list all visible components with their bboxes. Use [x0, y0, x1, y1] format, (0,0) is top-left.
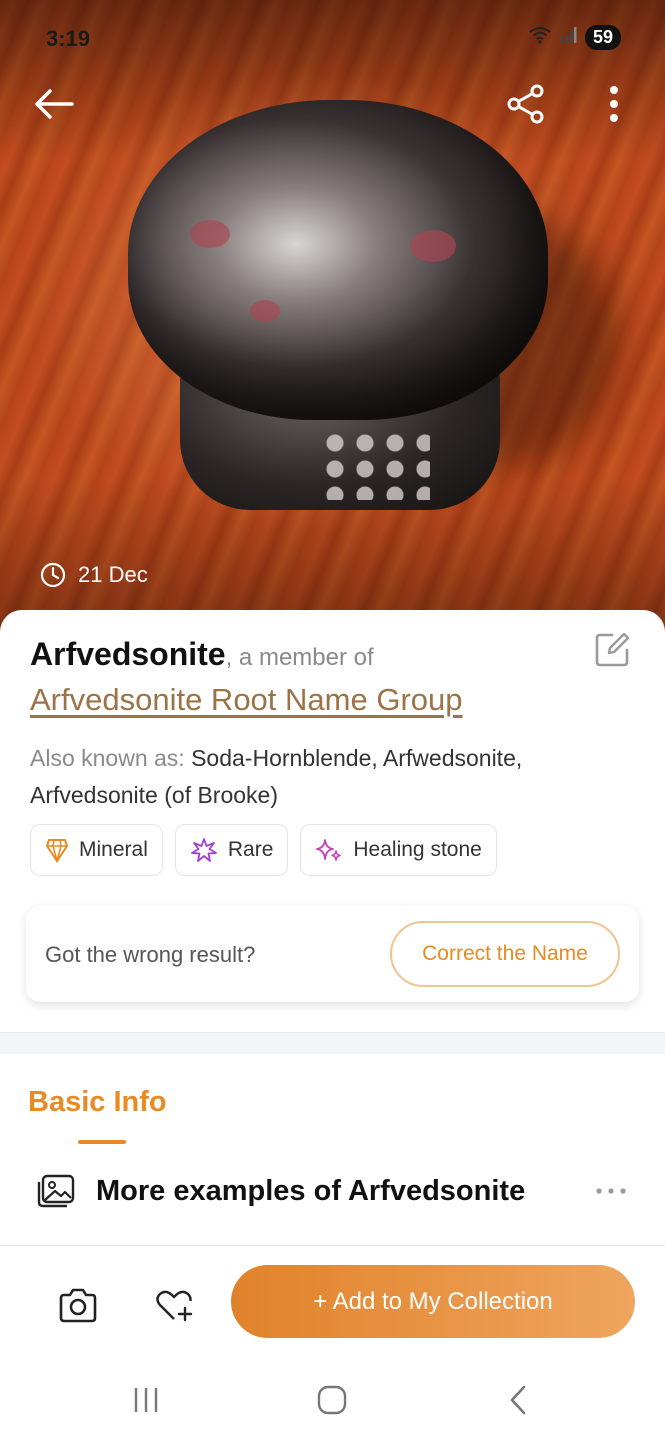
gem-icon	[46, 839, 68, 863]
photo-date: 21 Dec	[40, 562, 148, 588]
tag-healing-stone[interactable]: Healing stone	[300, 824, 497, 876]
stone-dots	[320, 430, 430, 500]
favorite-button[interactable]	[152, 1284, 196, 1328]
more-examples-title: More examples of Arfvedsonite	[96, 1174, 526, 1207]
stone-fleck	[410, 230, 456, 262]
tab-basic-info[interactable]: Basic Info	[28, 1086, 167, 1119]
mineral-name: Arfvedsonite	[30, 636, 226, 672]
tag-label: Healing stone	[353, 838, 482, 861]
also-known-as: Also known as: Soda-Hornblende, Arfwedso…	[30, 740, 630, 814]
stone-fleck	[250, 300, 280, 322]
status-icons: 59	[529, 25, 621, 50]
edit-name-button[interactable]	[592, 630, 632, 670]
system-nav-bar	[0, 1356, 665, 1440]
add-to-collection-button[interactable]: + Add to My Collection	[231, 1265, 635, 1338]
recents-icon	[134, 1388, 158, 1412]
wrong-result-text: Got the wrong result?	[45, 942, 256, 967]
tag-label: Rare	[227, 838, 274, 861]
signal-icon	[559, 27, 577, 48]
camera-button[interactable]	[56, 1284, 100, 1328]
status-time: 3:19	[46, 26, 91, 51]
correct-name-button[interactable]: Correct the Name	[390, 921, 620, 987]
sparkle-burst-icon	[190, 838, 217, 862]
wifi-icon	[529, 26, 551, 49]
kebab-menu-icon	[610, 86, 618, 122]
member-of-label: , a member of	[225, 644, 374, 671]
tag-label: Mineral	[79, 838, 148, 861]
heart-plus-icon	[156, 1290, 193, 1322]
images-icon	[37, 1174, 75, 1208]
more-horizontal-icon[interactable]	[594, 1176, 628, 1211]
tag-mineral[interactable]: Mineral	[30, 824, 163, 876]
root-group-link[interactable]: Arfvedsonite Root Name Group	[30, 682, 463, 718]
home-button[interactable]	[310, 1378, 354, 1422]
wrong-result-box: Got the wrong result? Correct the Name	[26, 906, 639, 1002]
share-icon	[507, 84, 544, 124]
chevron-left-icon	[510, 1385, 526, 1415]
section-divider	[0, 1032, 665, 1054]
battery-indicator: 59	[584, 25, 621, 50]
photo-date-text: 21 Dec	[78, 562, 148, 587]
stone-fleck	[190, 220, 230, 248]
recent-apps-button[interactable]	[124, 1378, 168, 1422]
edit-icon	[595, 632, 630, 667]
arrow-left-icon	[35, 89, 74, 119]
system-back-button[interactable]	[496, 1378, 540, 1422]
hero-photo[interactable]	[0, 0, 665, 640]
clock-icon	[40, 562, 66, 588]
camera-icon	[59, 1288, 97, 1323]
status-bar: 3:19 59	[0, 0, 665, 70]
share-button[interactable]	[502, 80, 550, 128]
aka-label: Also known as:	[30, 745, 185, 771]
sparkles-icon	[316, 839, 342, 861]
more-options-button[interactable]	[590, 80, 638, 128]
tag-rare[interactable]: Rare	[174, 824, 289, 876]
home-icon	[317, 1385, 347, 1415]
active-tab-indicator	[78, 1140, 126, 1144]
more-examples-header[interactable]: More examples of Arfvedsonite	[36, 1166, 636, 1216]
result-title: Arfvedsonite, a member of	[30, 634, 374, 678]
back-button[interactable]	[30, 80, 78, 128]
tag-list: Mineral Rare Healing stone	[30, 824, 497, 876]
stone-body	[128, 100, 548, 420]
